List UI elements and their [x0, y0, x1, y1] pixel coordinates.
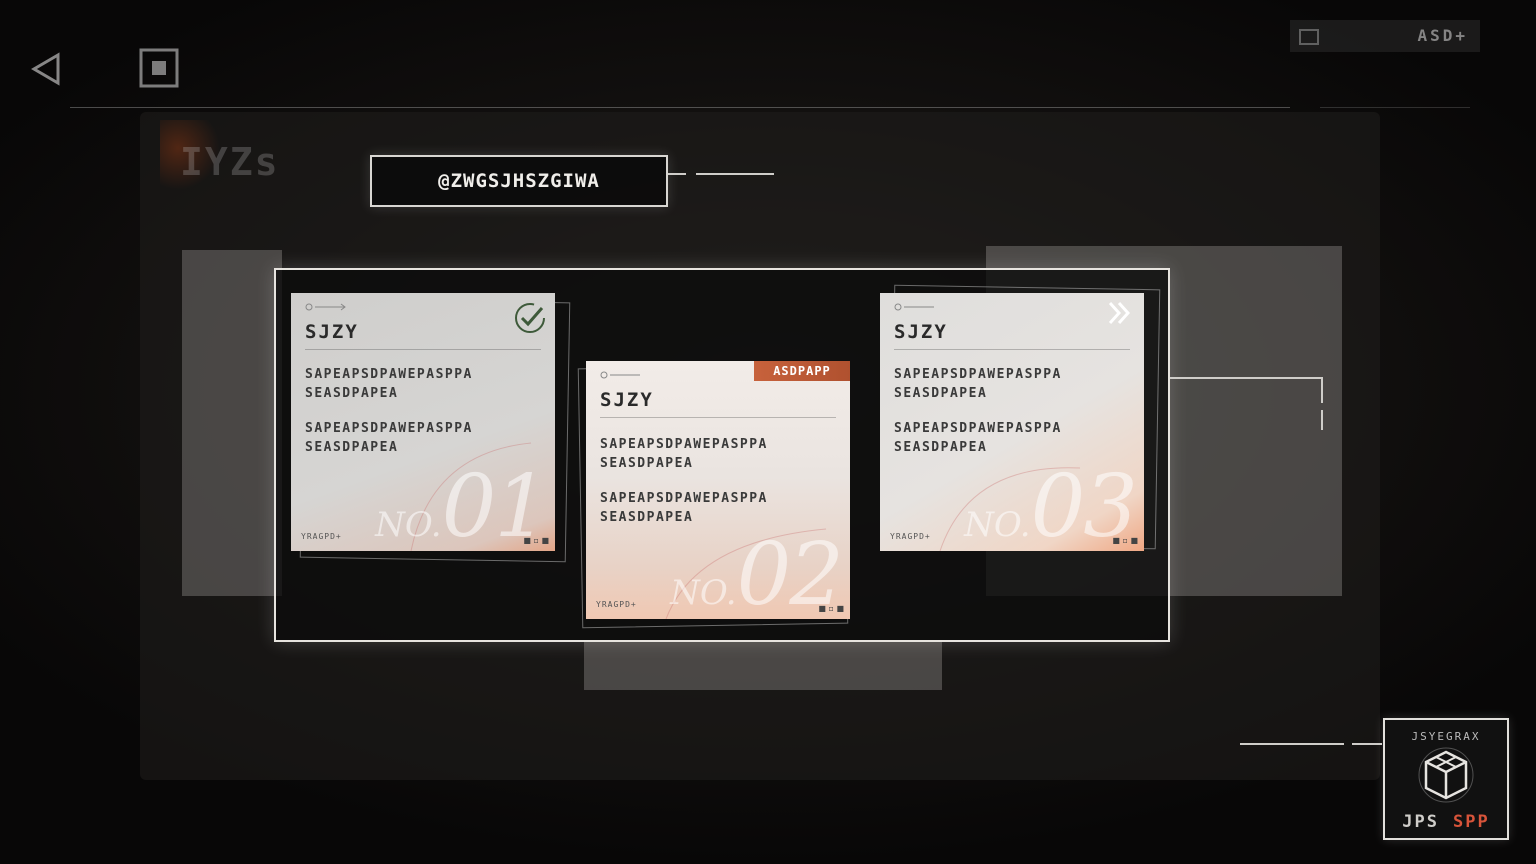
- arrow-line-icon: [600, 371, 640, 379]
- card-corner-marks: ■ ▫ ■: [523, 536, 549, 545]
- card-badge: ASDPAPP: [754, 361, 850, 381]
- section-title: @ZWGSJHSZGIWA: [438, 170, 600, 192]
- arrow-line-icon: [894, 303, 934, 311]
- header-divider: [70, 107, 1290, 108]
- gift-bottom-label: JPS SPP: [1402, 812, 1490, 832]
- coin-stack-icon: [1299, 29, 1319, 45]
- card-brand: YRAGPD+: [890, 532, 931, 541]
- title-connector-long: [696, 173, 774, 175]
- gift-connector: [1240, 743, 1344, 745]
- card-title: SJZY: [894, 321, 948, 343]
- card-description: SAPEAPSDPAWEPASPPA SEASDPAPEA: [600, 437, 768, 471]
- card-brand: YRAGPD+: [301, 532, 342, 541]
- gift-button[interactable]: JSYEGRAX JPS SPP: [1383, 718, 1509, 840]
- ghost-card-left: [182, 250, 282, 596]
- gift-box-icon: [1418, 747, 1474, 803]
- side-bracket: [1170, 377, 1322, 379]
- header-divider-right: [1320, 107, 1470, 108]
- card-brand: YRAGPD+: [596, 600, 637, 609]
- card-divider: [600, 417, 836, 418]
- ghost-card-bottom: [584, 640, 942, 690]
- card-number: NO.01: [375, 457, 549, 551]
- faded-tab-label: IYZs: [180, 140, 280, 184]
- card-title: SJZY: [600, 389, 654, 411]
- currency-display[interactable]: ASD+: [1290, 20, 1480, 52]
- arrow-line-icon: [305, 303, 346, 311]
- card-description: SAPEAPSDPAWEPASPPA SEASDPAPEA: [894, 421, 1062, 455]
- card-corner-marks: ■ ▫ ■: [1112, 536, 1138, 545]
- side-bracket-tick: [1321, 377, 1323, 403]
- home-square-icon[interactable]: [138, 47, 180, 89]
- side-bracket-tick: [1321, 410, 1323, 430]
- card-description: SAPEAPSDPAWEPASPPA SEASDPAPEA: [600, 491, 768, 525]
- card-number: NO.02: [670, 525, 844, 619]
- card-02[interactable]: ASDPAPP SJZY SAPEAPSDPAWEPASPPA SEASDPAP…: [586, 361, 850, 619]
- card-01[interactable]: SJZY SAPEAPSDPAWEPASPPA SEASDPAPEA SAPEA…: [291, 293, 555, 551]
- card-title: SJZY: [305, 321, 359, 343]
- title-connector: [668, 173, 686, 175]
- card-number: NO.03: [964, 457, 1138, 551]
- card-divider: [305, 349, 541, 350]
- currency-value: ASD+: [1417, 26, 1468, 45]
- card-description: SAPEAPSDPAWEPASPPA SEASDPAPEA: [894, 367, 1062, 401]
- card-description: SAPEAPSDPAWEPASPPA SEASDPAPEA: [305, 421, 473, 455]
- section-title-box: @ZWGSJHSZGIWA: [370, 155, 668, 207]
- card-corner-marks: ■ ▫ ■: [818, 604, 844, 613]
- card-03[interactable]: SJZY SAPEAPSDPAWEPASPPA SEASDPAPEA SAPEA…: [880, 293, 1144, 551]
- checkmark-circle-icon: [515, 303, 545, 333]
- card-description: SAPEAPSDPAWEPASPPA SEASDPAPEA: [305, 367, 473, 401]
- card-divider: [894, 349, 1130, 350]
- gift-top-label: JSYEGRAX: [1411, 730, 1481, 743]
- double-chevron-right-icon: [1108, 301, 1131, 325]
- gift-connector-short: [1352, 743, 1382, 745]
- back-triangle-icon[interactable]: [28, 50, 66, 88]
